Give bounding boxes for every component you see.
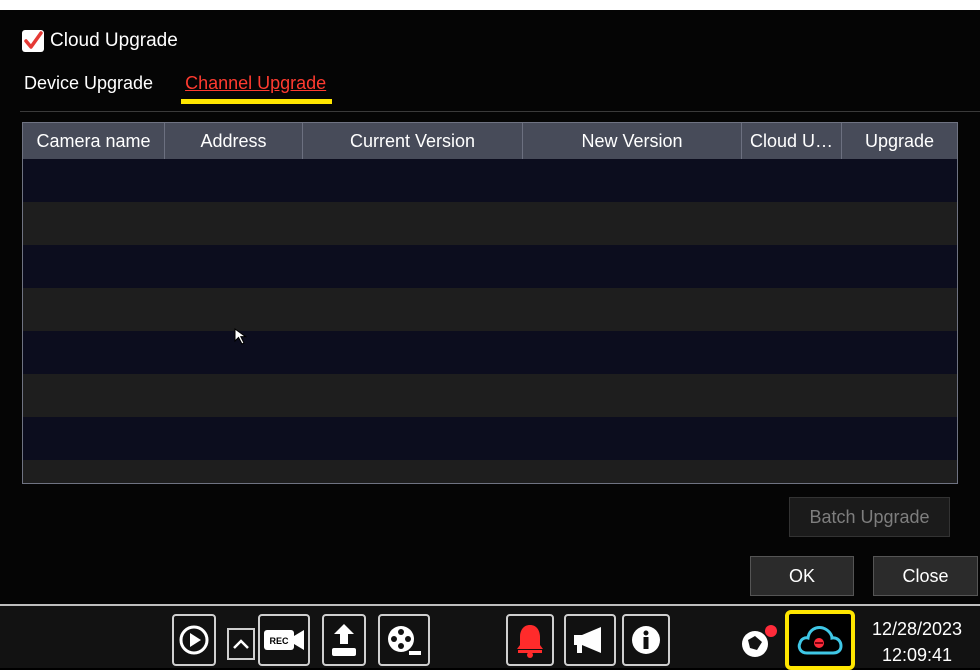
upload-backup-icon	[332, 624, 356, 656]
checkmark-icon	[24, 31, 43, 49]
column-header-address[interactable]: Address	[165, 123, 303, 159]
table-row	[23, 202, 957, 245]
table-row	[23, 288, 957, 331]
table-row	[23, 245, 957, 288]
tab-channel-upgrade[interactable]: Channel Upgrade	[181, 73, 333, 104]
cloud-icon	[797, 626, 843, 655]
video-reel-icon[interactable]	[378, 614, 430, 666]
cloud-status-button[interactable]	[785, 610, 855, 670]
cloud-upgrade-checkbox[interactable]	[22, 30, 44, 52]
column-header-upgrade[interactable]: Upgrade	[842, 123, 957, 159]
rec-camera-icon: REC	[264, 630, 304, 650]
table-row	[23, 417, 957, 460]
table-row	[23, 159, 957, 202]
bell-icon	[517, 625, 543, 658]
cloud-upgrade-option[interactable]: Cloud Upgrade	[22, 30, 178, 52]
backup-icon[interactable]	[322, 614, 366, 666]
time-text: 12:09:41	[881, 645, 953, 665]
alarm-bell-icon[interactable]	[506, 614, 554, 666]
taskbar: REC 12/28/2023 12:09:41	[0, 604, 980, 670]
column-header-cloud-upgrade[interactable]: Cloud U…	[742, 123, 842, 159]
play-circle-icon	[179, 625, 209, 655]
batch-upgrade-button[interactable]: Batch Upgrade	[789, 497, 950, 537]
network-globe-icon	[742, 625, 777, 657]
column-header-camera-name[interactable]: Camera name	[23, 123, 165, 159]
cloud-upgrade-label: Cloud Upgrade	[50, 30, 178, 51]
table-row	[23, 331, 957, 374]
expand-up-icon[interactable]	[227, 628, 255, 660]
info-circle-icon	[632, 626, 660, 654]
chevron-up-icon	[233, 639, 249, 649]
ok-button[interactable]: OK	[750, 556, 854, 596]
table-row	[23, 460, 957, 483]
table-header: Camera name Address Current Version New …	[23, 123, 957, 159]
info-icon[interactable]	[622, 614, 670, 666]
close-button[interactable]: Close	[873, 556, 978, 596]
upgrade-tabs: Device Upgrade Channel Upgrade	[24, 73, 333, 104]
table-row	[23, 374, 957, 417]
column-header-new-version[interactable]: New Version	[523, 123, 742, 159]
playback-icon[interactable]	[172, 614, 216, 666]
channel-table: Camera name Address Current Version New …	[22, 122, 958, 484]
record-icon[interactable]: REC	[258, 614, 310, 666]
date-text: 12/28/2023	[871, 619, 963, 639]
broadcast-icon[interactable]	[564, 614, 616, 666]
cloud-upgrade-dialog: Cloud Upgrade Device Upgrade Channel Upg…	[0, 10, 980, 604]
tab-highlight	[181, 99, 333, 104]
svg-text:REC: REC	[269, 636, 289, 646]
window-top-strip	[0, 0, 980, 10]
tab-device-upgrade[interactable]: Device Upgrade	[24, 73, 153, 94]
mouse-pointer-icon	[234, 328, 248, 345]
clock: 12/28/2023 12:09:41	[862, 616, 972, 668]
network-status-icon[interactable]	[738, 622, 782, 662]
tab-channel-upgrade-label: Channel Upgrade	[185, 73, 327, 93]
megaphone-icon	[574, 627, 601, 653]
column-header-current-version[interactable]: Current Version	[303, 123, 523, 159]
tab-separator	[20, 111, 980, 112]
film-reel-icon	[388, 626, 421, 655]
